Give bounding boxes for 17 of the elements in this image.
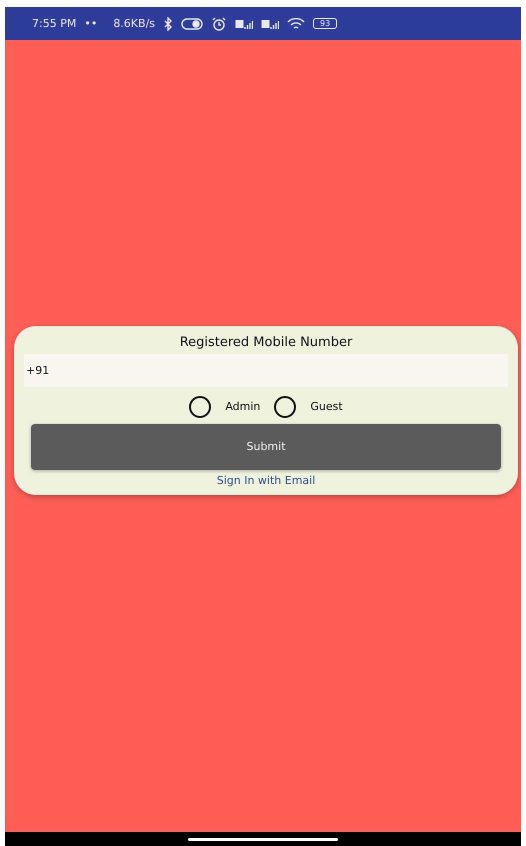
toggle-icon xyxy=(181,16,204,30)
wifi-icon xyxy=(287,16,306,30)
bluetooth-icon xyxy=(163,16,174,30)
network-speed: 8.6KB/s xyxy=(113,17,156,30)
radio-icon[interactable] xyxy=(189,396,212,418)
battery-indicator: 93 xyxy=(313,18,338,29)
radio-icon[interactable] xyxy=(274,396,296,418)
phone-input-field[interactable]: +91 xyxy=(24,354,508,386)
email-sign-in-link[interactable]: Sign In with Email xyxy=(216,474,316,486)
card-title: Registered Mobile Number xyxy=(180,334,352,350)
home-handle[interactable] xyxy=(188,838,338,840)
submit-button[interactable]: Submit xyxy=(31,424,501,470)
status-time: 7:55 PM xyxy=(32,17,76,30)
role-radio-option[interactable]: Guest xyxy=(274,396,343,418)
status-dots: •• xyxy=(84,17,98,30)
alarm-icon xyxy=(211,16,228,30)
role-radio-option[interactable]: Admin xyxy=(189,396,260,418)
